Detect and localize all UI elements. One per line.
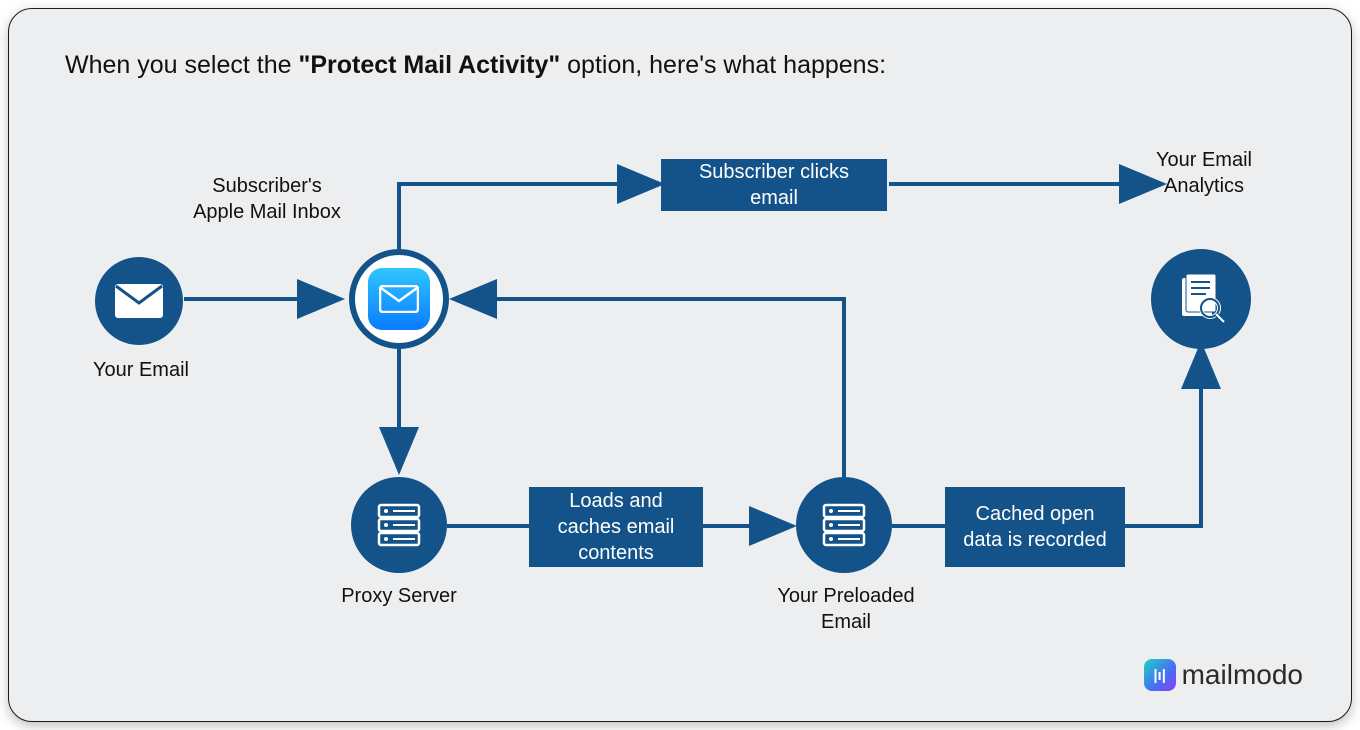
box-loads-caches: Loads and caches email contents xyxy=(529,487,703,567)
brand-name: mailmodo xyxy=(1182,659,1303,691)
apple-mail-app-icon xyxy=(368,268,430,330)
server-icon xyxy=(373,499,425,551)
node-apple-inbox xyxy=(349,249,449,349)
heading-prefix: When you select the xyxy=(65,51,298,79)
report-search-icon xyxy=(1174,272,1228,326)
diagram-heading: When you select the "Protect Mail Activi… xyxy=(65,47,886,83)
label-your-email: Your Email xyxy=(81,357,201,383)
node-preloaded-email xyxy=(796,477,892,573)
node-your-email xyxy=(95,257,183,345)
diagram-card: When you select the "Protect Mail Activi… xyxy=(8,8,1352,722)
box-cached-recorded: Cached open data is recorded xyxy=(945,487,1125,567)
server-icon xyxy=(818,499,870,551)
brand-logo: |ı| mailmodo xyxy=(1144,659,1303,691)
label-preloaded-email: Your Preloaded Email xyxy=(761,583,931,635)
node-analytics xyxy=(1151,249,1251,349)
flow-connectors xyxy=(9,9,1352,722)
heading-bold: "Protect Mail Activity" xyxy=(298,51,560,79)
heading-suffix: option, here's what happens: xyxy=(560,51,886,79)
node-proxy-server xyxy=(351,477,447,573)
label-proxy-server: Proxy Server xyxy=(329,583,469,609)
envelope-icon xyxy=(379,285,419,313)
label-apple-inbox: Subscriber's Apple Mail Inbox xyxy=(187,173,347,225)
brand-logo-mark: |ı| xyxy=(1144,659,1176,691)
envelope-icon xyxy=(114,283,164,319)
box-subscriber-clicks: Subscriber clicks email xyxy=(661,159,887,211)
label-analytics: Your Email Analytics xyxy=(1149,147,1259,199)
